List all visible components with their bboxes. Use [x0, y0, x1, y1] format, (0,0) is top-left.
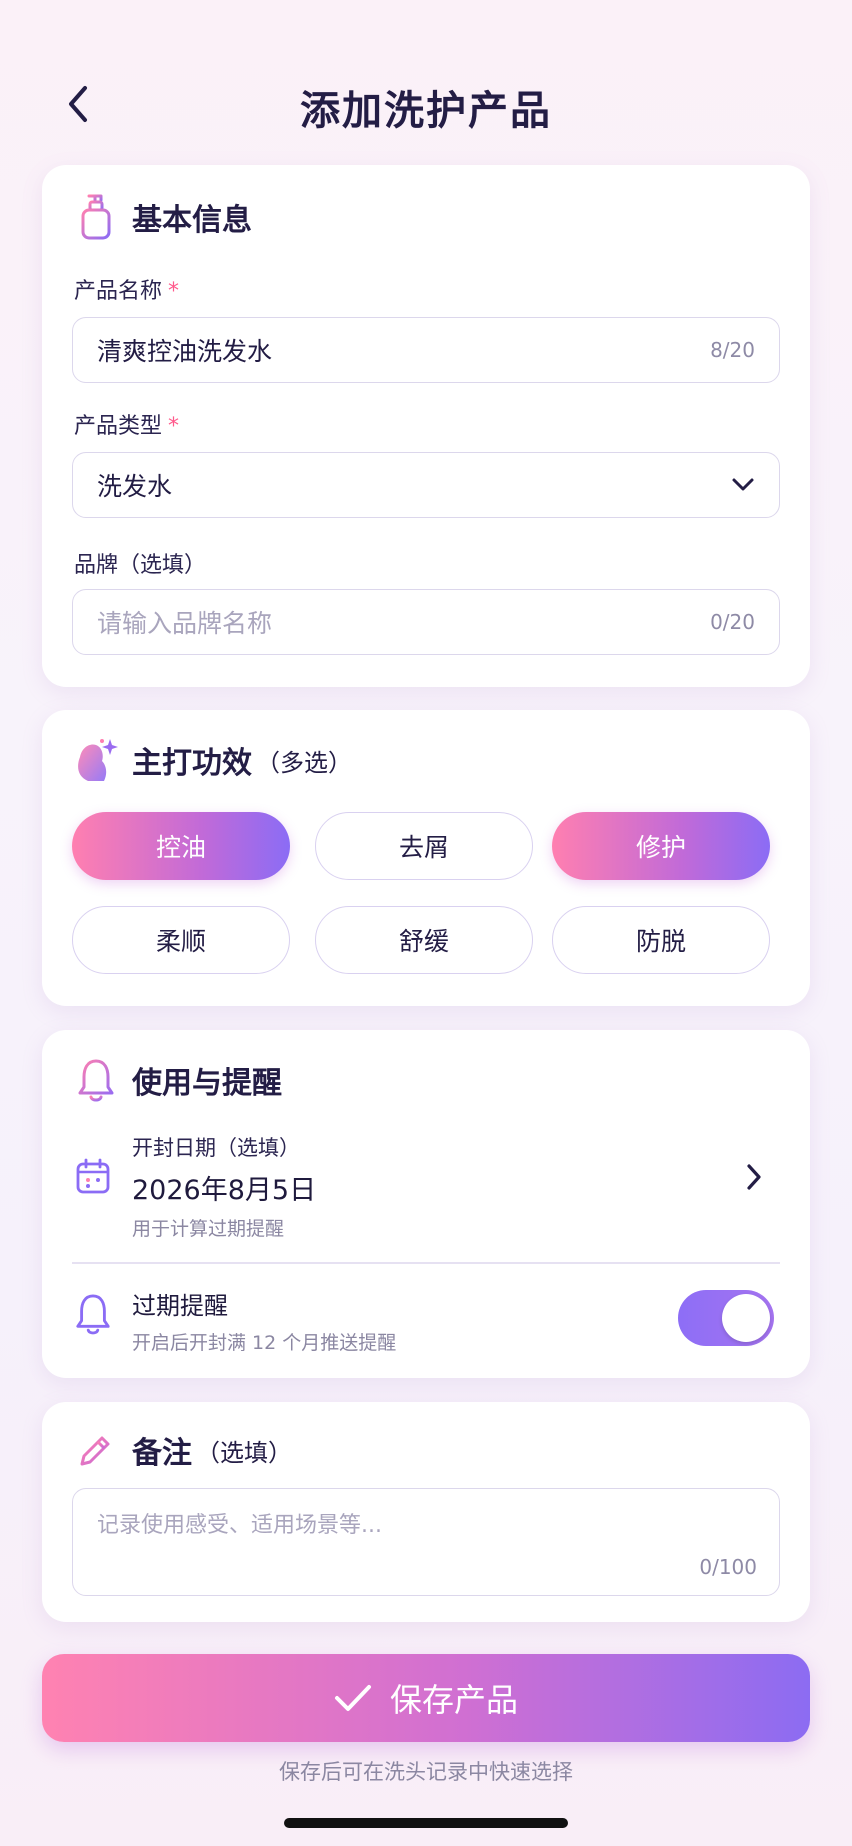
chevron-right-icon [747, 1164, 761, 1190]
notes-card: 备注 （选填） 记录使用感受、适用场景等... 0/100 [42, 1402, 810, 1622]
notes-placeholder: 记录使用感受、适用场景等... [97, 1513, 382, 1538]
effect-chip-label: 修护 [635, 833, 686, 862]
expiry-label: 过期提醒 [132, 1292, 228, 1320]
open-date-label: 开封日期（选填） [132, 1136, 300, 1160]
product-type-label: 产品类型 * [74, 408, 179, 440]
open-date-row[interactable]: 开封日期（选填） 2026年8月5日 用于计算过期提醒 [42, 1130, 810, 1270]
notes-header: 备注 （选填） [74, 1426, 292, 1474]
usage-header: 使用与提醒 [74, 1056, 282, 1104]
page-title: 添加洗护产品 [300, 88, 552, 134]
home-indicator [284, 1818, 568, 1828]
check-icon [334, 1685, 371, 1711]
usage-card: 使用与提醒 开封日期（选填） 2026年8月5日 用于计算过期提醒 过期提醒 开… [42, 1030, 810, 1378]
required-mark: * [168, 414, 180, 439]
calendar-icon [76, 1158, 110, 1194]
open-date-note: 用于计算过期提醒 [132, 1218, 285, 1240]
notes-count: 0/100 [699, 1555, 757, 1579]
effect-chip[interactable]: 去屑 [315, 812, 533, 880]
effect-chip-label: 柔顺 [155, 927, 206, 956]
effect-chip-label: 舒缓 [398, 927, 449, 956]
basic-info-card: 基本信息 产品名称 * 清爽控油洗发水 8/20 产品类型 * 洗发水 品牌（选填）… [42, 165, 810, 687]
expiry-reminder-row: 过期提醒 开启后开封满 12 个月推送提醒 [42, 1280, 810, 1370]
notes-title: 备注 [132, 1436, 192, 1471]
basic-info-header: 基本信息 [74, 193, 252, 241]
usage-title: 使用与提醒 [132, 1066, 282, 1101]
bottle-icon [74, 193, 118, 241]
product-type-label-text: 产品类型 [74, 414, 163, 439]
product-name-value: 清爽控油洗发水 [97, 337, 273, 366]
effect-chip[interactable]: 柔顺 [72, 906, 290, 974]
bell-icon [74, 1056, 118, 1104]
effect-chip[interactable]: 舒缓 [315, 906, 533, 974]
brand-label: 品牌（选填） [74, 553, 207, 578]
product-name-label: 产品名称 * [74, 273, 179, 305]
effects-title: 主打功效 [132, 746, 252, 781]
product-type-select[interactable]: 洗发水 [72, 452, 780, 518]
notes-title-sub: （选填） [196, 1438, 292, 1467]
chevron-down-icon [732, 478, 754, 491]
product-type-value: 洗发水 [97, 472, 173, 501]
header: 添加洗护产品 [0, 0, 852, 160]
effect-chip[interactable]: 防脱 [552, 906, 770, 974]
notes-textarea[interactable]: 记录使用感受、适用场景等... 0/100 [72, 1488, 780, 1596]
pencil-icon [74, 1426, 118, 1474]
effects-title-sub: （多选） [256, 748, 352, 777]
basic-info-title: 基本信息 [132, 203, 252, 238]
required-mark: * [168, 279, 180, 304]
expiry-reminder-toggle[interactable] [678, 1290, 774, 1346]
brand-input[interactable]: 请输入品牌名称 0/20 [72, 589, 780, 655]
effects-card: 主打功效 （多选） 控油 去屑 修护 柔顺 舒缓 防脱 [42, 710, 810, 1006]
effects-header: 主打功效 （多选） [74, 736, 352, 784]
product-name-count: 8/20 [710, 338, 755, 362]
toggle-knob [722, 1294, 770, 1342]
divider [72, 1262, 780, 1264]
save-product-label: 保存产品 [389, 1681, 518, 1719]
brand-count: 0/20 [710, 610, 755, 634]
effect-chip[interactable]: 控油 [72, 812, 290, 880]
effect-chip-label: 防脱 [635, 927, 686, 956]
save-product-button[interactable]: 保存产品 [42, 1654, 810, 1742]
effect-chip-label: 去屑 [398, 833, 449, 862]
open-date-value: 2026年8月5日 [132, 1175, 317, 1206]
save-hint: 保存后可在洗头记录中快速选择 [279, 1760, 573, 1784]
bell-icon [76, 1294, 110, 1335]
effect-chip-label: 控油 [155, 833, 206, 862]
effect-chip[interactable]: 修护 [552, 812, 770, 880]
product-name-label-text: 产品名称 [74, 279, 163, 304]
product-name-input[interactable]: 清爽控油洗发水 8/20 [72, 317, 780, 383]
hair-sparkle-icon [74, 736, 118, 784]
brand-placeholder: 请输入品牌名称 [97, 609, 273, 638]
expiry-note: 开启后开封满 12 个月推送提醒 [132, 1332, 397, 1354]
